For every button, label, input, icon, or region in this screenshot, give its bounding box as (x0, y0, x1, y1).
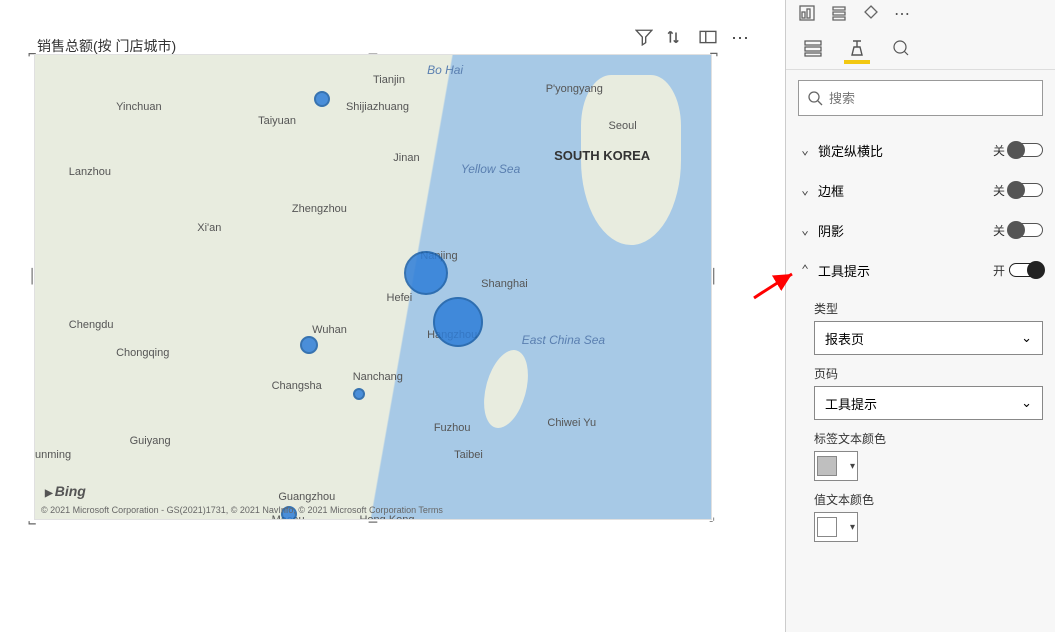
format-tabs (786, 30, 1055, 70)
city-label: Shijiazhuang (346, 101, 409, 113)
color-picker-value[interactable]: ▾ (814, 512, 858, 542)
dropdown-value: 工具提示 (825, 394, 877, 413)
format-search[interactable] (798, 80, 1043, 116)
country-label: SOUTH KOREA (554, 148, 650, 163)
sub-label-value-color: 值文本颜色 (814, 491, 1043, 508)
prop-shadow[interactable]: ⌄ 阴影 关 (798, 210, 1043, 250)
toggle-state: 开 (993, 262, 1005, 279)
chevron-down-icon: ⌄ (798, 223, 812, 238)
city-label: Chiwei Yu (547, 417, 596, 429)
tab-format[interactable] (844, 36, 870, 64)
sub-label-label-color: 标签文本颜色 (814, 430, 1043, 447)
visual-title: 销售总额(按 门店城市) (37, 36, 176, 56)
color-swatch (817, 456, 837, 476)
tooltip-subsection: 类型 报表页 ⌄ 页码 工具提示 ⌄ 标签文本颜色 ▾ 值文本颜色 ▾ (798, 300, 1043, 542)
city-label: Zhengzhou (292, 203, 347, 215)
city-label: Seoul (609, 120, 637, 132)
toggle-state: 关 (993, 182, 1005, 199)
map-attribution: © 2021 Microsoft Corporation - GS(2021)1… (41, 505, 443, 515)
toggle-state: 关 (993, 222, 1005, 239)
map-canvas[interactable]: Bo Hai Yellow Sea East China Sea SOUTH K… (34, 54, 712, 520)
tab-analytics[interactable] (888, 36, 914, 64)
fields-pane-icon[interactable] (830, 4, 848, 26)
data-bubble[interactable] (433, 297, 483, 347)
data-bubble[interactable] (300, 336, 318, 354)
city-label: Wuhan (312, 324, 347, 336)
sub-label-type: 类型 (814, 300, 1043, 317)
city-label: Taibei (454, 449, 483, 461)
city-label: Chengdu (69, 319, 114, 331)
city-label: Xi'an (197, 222, 221, 234)
toggle-state: 关 (993, 142, 1005, 159)
sea-label: East China Sea (522, 333, 605, 347)
visualizations-pane-icon[interactable] (798, 4, 816, 26)
city-label: Taiyuan (258, 115, 296, 127)
search-icon (807, 90, 823, 106)
color-swatch (817, 517, 837, 537)
sea-label: Yellow Sea (461, 162, 520, 176)
color-picker-label[interactable]: ▾ (814, 451, 858, 481)
prop-label: 阴影 (818, 221, 844, 240)
tab-general[interactable] (800, 36, 826, 64)
format-panel: ⋯ ⌄ 锁定纵横比 关 ⌄ 边框 关 ⌄ 阴影 关 ⌃ 工具提示 开 (785, 0, 1055, 632)
toggle-switch[interactable] (1009, 223, 1043, 237)
city-label: Yinchuan (116, 101, 161, 113)
city-label: Changsha (272, 380, 322, 392)
chevron-down-icon: ⌄ (1021, 330, 1032, 346)
city-label: unming (35, 449, 71, 461)
city-label: Shanghai (481, 278, 528, 290)
chevron-down-icon: ⌄ (798, 143, 812, 158)
city-label: Guangzhou (278, 491, 335, 503)
prop-label: 锁定纵横比 (818, 141, 883, 160)
search-input[interactable] (829, 91, 1034, 106)
chevron-down-icon: ▾ (850, 461, 855, 472)
dropdown-value: 报表页 (825, 329, 864, 348)
drill-pane-icon[interactable] (862, 4, 880, 26)
city-label: P'yongyang (546, 83, 603, 95)
city-label: Lanzhou (69, 166, 111, 178)
city-label: Hefei (387, 292, 413, 304)
map-visual[interactable]: ⌐ ¬ ⌙ ⌏ ─ ─ │ │ 销售总额(按 门店城市) Bo Hai Yell… (30, 30, 716, 524)
city-label: Jinan (393, 152, 419, 164)
dropdown-page[interactable]: 工具提示 ⌄ (814, 386, 1043, 420)
sea-label: Bo Hai (427, 63, 463, 77)
chevron-down-icon: ⌄ (798, 183, 812, 198)
city-label: Tianjin (373, 74, 405, 86)
pane-more-icon[interactable]: ⋯ (894, 4, 912, 26)
prop-tooltip[interactable]: ⌃ 工具提示 开 (798, 250, 1043, 290)
data-bubble[interactable] (353, 388, 365, 400)
pane-switcher: ⋯ (786, 0, 1055, 30)
toggle-switch[interactable] (1009, 183, 1043, 197)
more-options-icon[interactable]: ⋯ (731, 28, 751, 51)
map-land (476, 345, 535, 433)
sub-label-page: 页码 (814, 365, 1043, 382)
chevron-down-icon: ▾ (850, 522, 855, 533)
data-bubble[interactable] (314, 91, 330, 107)
prop-aspect-ratio[interactable]: ⌄ 锁定纵横比 关 (798, 130, 1043, 170)
toggle-switch[interactable] (1009, 263, 1043, 277)
bing-logo: Bing (45, 483, 86, 499)
dropdown-type[interactable]: 报表页 ⌄ (814, 321, 1043, 355)
prop-label: 工具提示 (818, 261, 870, 280)
prop-border[interactable]: ⌄ 边框 关 (798, 170, 1043, 210)
data-bubble[interactable] (404, 251, 448, 295)
city-label: Nanchang (353, 371, 403, 383)
city-label: Hong Kong (359, 514, 414, 520)
city-label: Chongqing (116, 347, 169, 359)
chevron-down-icon: ⌄ (1021, 395, 1032, 411)
city-label: Fuzhou (434, 422, 471, 434)
prop-label: 边框 (818, 181, 844, 200)
chevron-up-icon: ⌃ (798, 263, 812, 278)
city-label: Guiyang (130, 435, 171, 447)
toggle-switch[interactable] (1009, 143, 1043, 157)
